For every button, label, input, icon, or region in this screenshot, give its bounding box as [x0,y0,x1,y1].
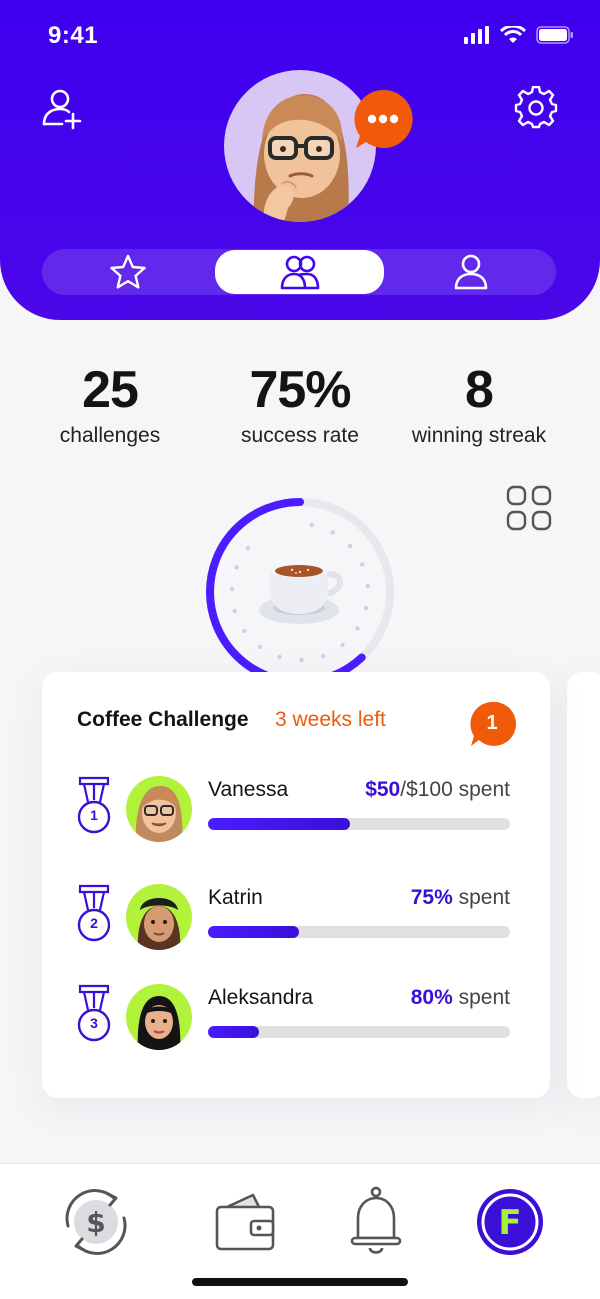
challenge-time-left: 3 weeks left [275,708,386,731]
stat-label: challenges [59,424,161,447]
home-indicator [192,1278,408,1286]
signal-icon [464,26,489,44]
active-letter: F [498,1203,521,1243]
medal-rank: 1 [90,807,98,823]
star-icon [110,254,146,289]
ring-dot [347,543,353,549]
coffee-cup-icon [259,562,343,624]
tab-profile[interactable] [386,249,556,295]
stat-winning-streak: 8 winning streak [389,360,569,448]
ring-dot [299,657,304,663]
ring-dot [242,628,247,634]
chat-bubble-icon [354,89,413,148]
spent-suffix: /$100 spent [400,778,510,801]
medal-icon: 1 [76,776,112,834]
tab-wallet[interactable] [202,1184,282,1260]
ring-dot [234,565,239,570]
grid-icon [506,485,552,531]
stat-success-rate: 75% success rate [210,360,390,448]
tab-favorites[interactable] [42,249,214,295]
ring-dot [365,583,370,589]
medal-icon: 3 [76,984,112,1042]
ring-dot [363,606,369,611]
participant-name: Katrin [208,886,263,909]
ring-dot [340,642,345,648]
status-icons [464,26,574,44]
ring-dot [355,626,360,631]
stat-challenges: 25 challenges [20,360,200,448]
battery-icon [536,26,573,44]
gear-icon [514,85,558,129]
spent-amount: $50 [365,778,401,801]
next-card-peek[interactable] [567,672,600,1098]
messages-button[interactable] [352,88,414,150]
participant-spent: $50/$100 spent [365,778,510,802]
medal-rank: 3 [90,1015,98,1031]
person-icon [454,254,488,290]
stat-label: success rate [241,424,359,447]
challenge-notification-badge[interactable]: 1 [468,700,517,748]
ring-dot [245,546,251,551]
ring-dot [360,562,365,567]
profile-f-icon: F [477,1189,543,1255]
tab-transactions[interactable]: $ [56,1184,136,1260]
challenge-progress-ring [200,492,400,692]
progress-track [208,818,510,830]
spent-suffix: spent [452,986,510,1009]
badge-count: 1 [486,712,498,734]
stat-value: 8 [465,361,494,419]
participant-spent: 80% spent [411,986,510,1010]
participant-row[interactable]: 3 Aleksandra 80% spent [42,984,550,1064]
bell-icon [350,1186,402,1254]
participant-name: Vanessa [208,778,289,801]
ring-dot [321,653,326,659]
ring-dot [229,586,235,592]
ring-dot [257,644,262,649]
status-time: 9:41 [48,22,99,49]
profile-header: 9:41 [0,0,600,320]
spent-amount: 75% [410,886,453,909]
profile-segmented-control [42,249,556,295]
stat-value: 25 [82,361,139,419]
spent-amount: 80% [410,986,453,1009]
progress-ring-graphic [206,498,394,686]
tab-profile-active[interactable]: F [470,1184,550,1260]
progress-fill [208,818,350,830]
avatar[interactable] [126,984,192,1050]
participant-spent: 75% spent [411,886,510,910]
challenge-card[interactable]: Coffee Challenge 3 weeks left 1 1 Vaness… [42,672,550,1098]
friends-icon [280,255,319,290]
progress-fill [208,926,299,938]
spent-suffix: spent [452,886,510,909]
progress-track [208,1026,510,1038]
wallet-icon [215,1193,275,1251]
medal-rank: 2 [90,915,98,931]
dollar-exchange-icon: $ [65,1189,127,1255]
participant-row[interactable]: 2 Katrin 75% spent [42,884,550,964]
progress-track [208,926,510,938]
tab-friends[interactable] [215,250,384,294]
challenge-title: Coffee Challenge [77,708,249,731]
add-user-icon [42,89,82,130]
add-friend-button[interactable] [40,86,84,130]
progress-fill [208,1026,260,1038]
avatar[interactable] [126,884,192,950]
participant-name: Aleksandra [208,986,314,1009]
stat-value: 75% [249,361,351,419]
participant-row[interactable]: 1 Vanessa $50/$100 spent [42,776,550,856]
tab-notifications[interactable] [336,1184,416,1260]
ring-dot [232,608,237,614]
avatar[interactable] [126,776,192,842]
settings-button[interactable] [514,85,558,130]
ring-dot [277,654,282,660]
stat-label: winning streak [411,424,547,447]
svg-text:$: $ [86,1206,105,1239]
grid-view-button[interactable] [506,485,552,531]
status-bar: 9:41 [0,0,600,72]
ring-dot [330,530,335,535]
wifi-icon [500,26,526,43]
medal-icon: 2 [76,884,112,942]
ring-dot [309,522,314,528]
